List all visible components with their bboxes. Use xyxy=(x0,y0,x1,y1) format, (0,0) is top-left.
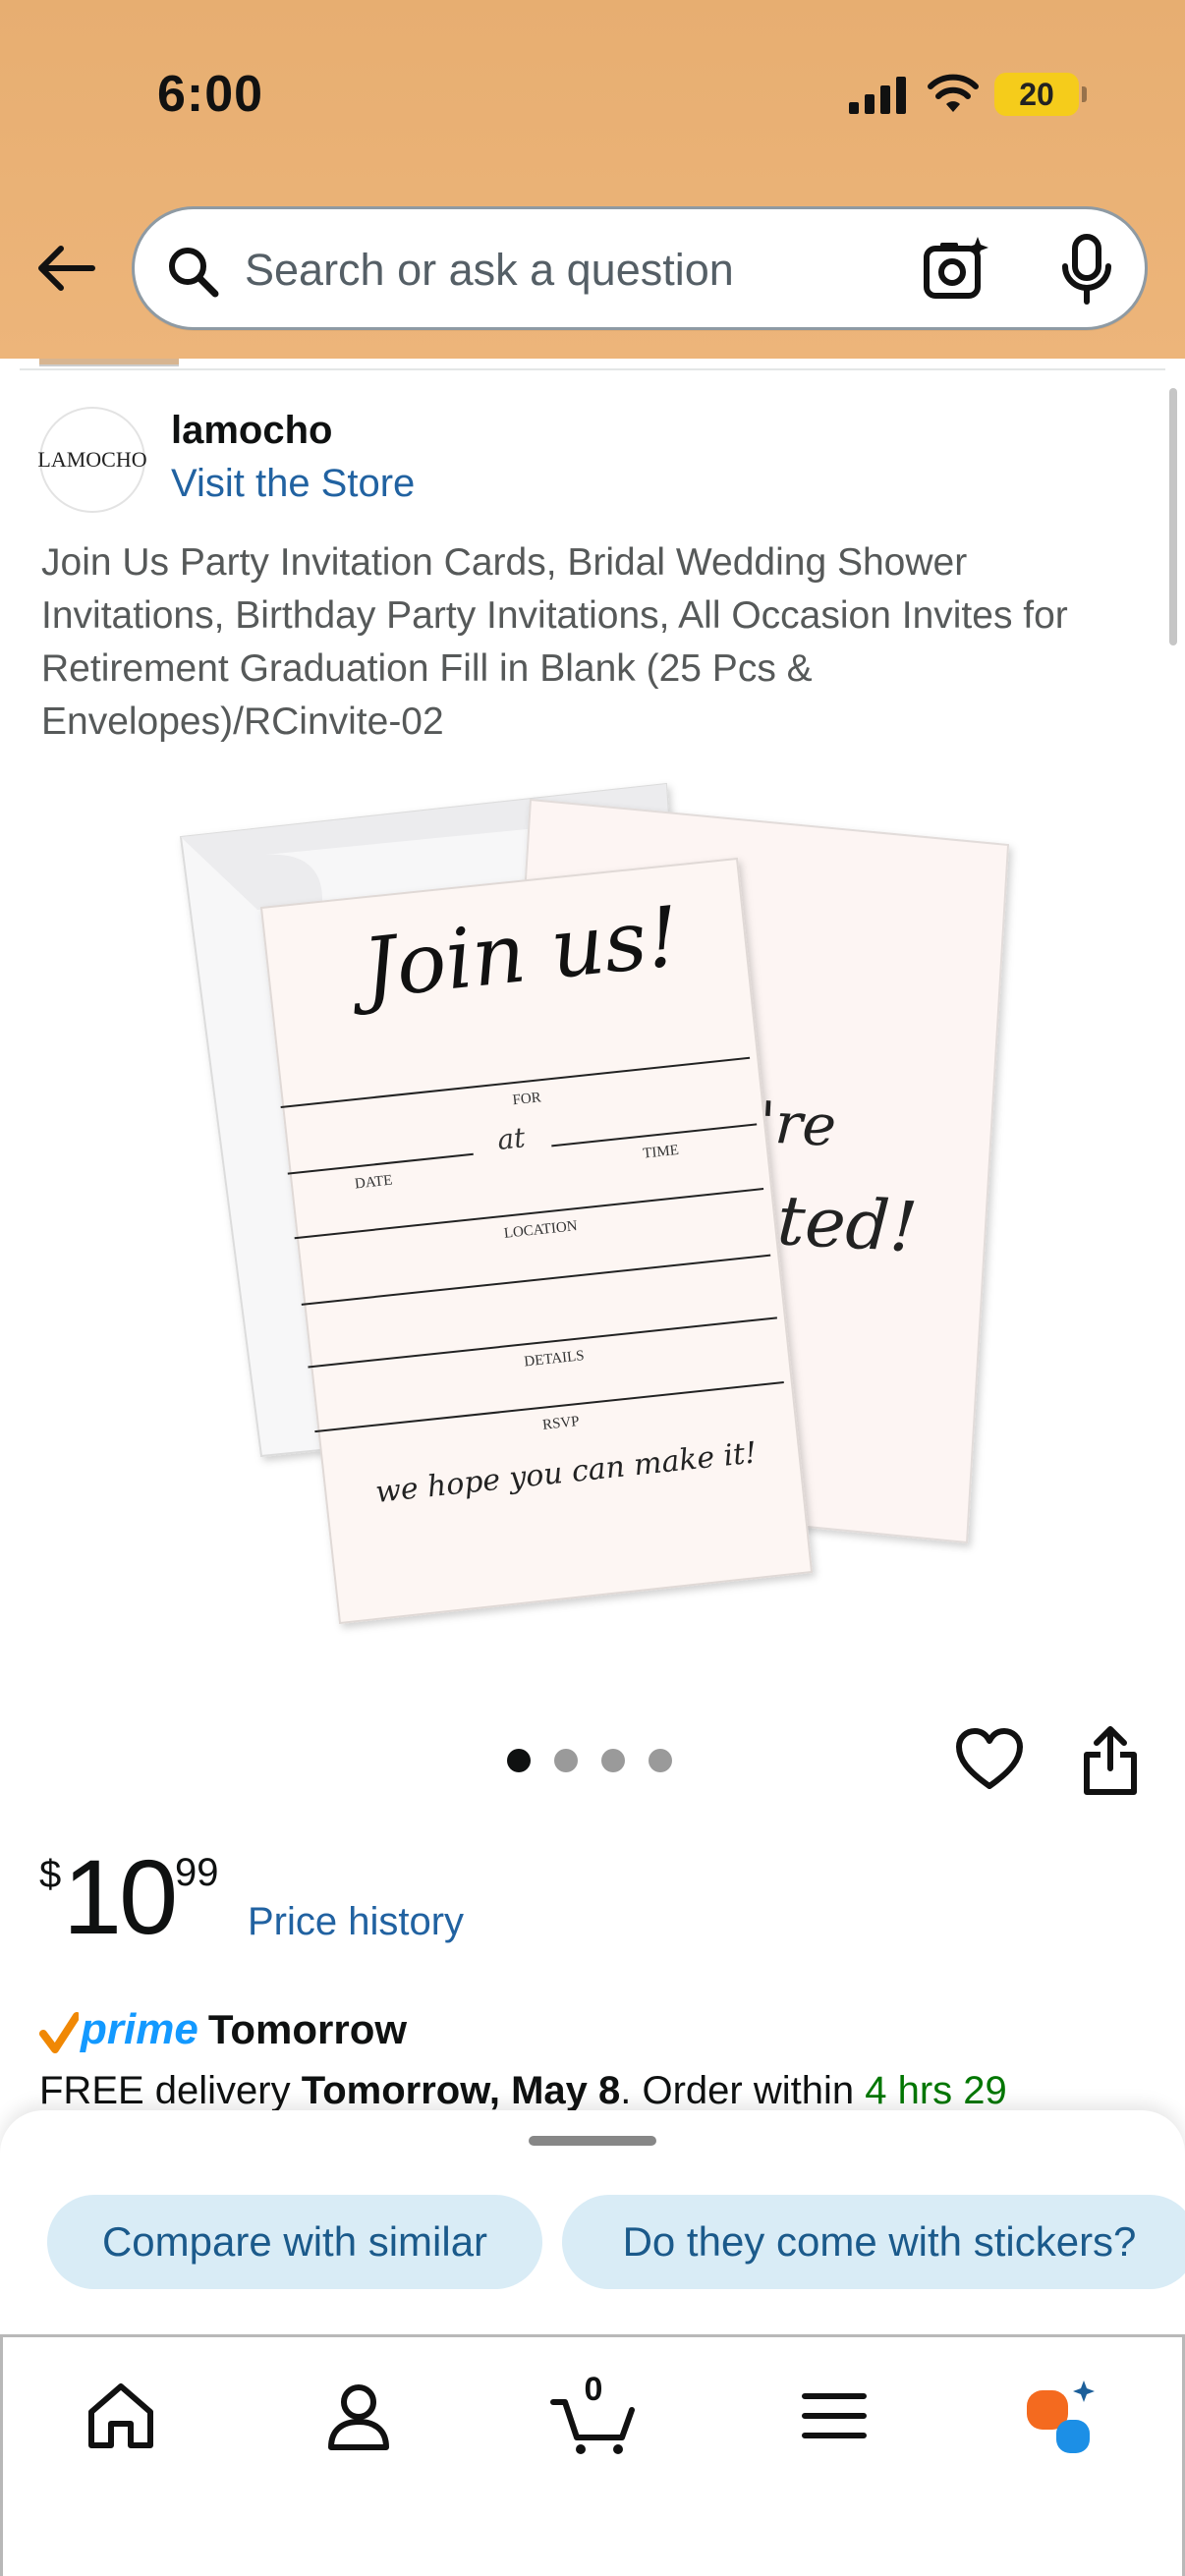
cart-button[interactable]: 0 xyxy=(549,2371,638,2455)
prime-check-icon xyxy=(39,2012,79,2053)
thumbnail-edge xyxy=(39,359,179,366)
search-bar[interactable]: Search or ask a question xyxy=(132,206,1148,330)
app-header: 6:00 20 Search or ask a question xyxy=(0,0,1185,359)
menu-icon[interactable] xyxy=(795,2377,874,2455)
status-time: 6:00 xyxy=(157,66,264,123)
delivery-message: FREE delivery Tomorrow, May 8. Order wit… xyxy=(39,2069,1007,2110)
back-card-text-1: 're xyxy=(758,1089,837,1159)
store-logo-text: LAMOCHO xyxy=(37,447,147,472)
battery-level: 20 xyxy=(1019,77,1054,112)
store-name: lamocho xyxy=(171,409,333,452)
search-icon xyxy=(169,248,219,298)
camera-search-icon[interactable] xyxy=(921,235,989,304)
suggestion-chip-stickers[interactable]: Do they come with stickers? xyxy=(562,2195,1185,2289)
sheet-drag-handle[interactable] xyxy=(529,2136,656,2146)
share-icon[interactable] xyxy=(1081,1725,1140,1796)
image-pagination xyxy=(507,1749,672,1772)
battery-icon: 20 xyxy=(994,73,1087,116)
delivery-prefix: FREE delivery xyxy=(39,2069,291,2110)
cellular-signal-icon xyxy=(849,77,906,114)
product-title: Join Us Party Invitation Cards, Bridal W… xyxy=(41,541,1068,743)
product-image[interactable]: 're ted! Join us! FOR at DATE TIME LOCAT… xyxy=(147,756,1032,1641)
visit-store-link[interactable]: Visit the Store xyxy=(171,462,415,506)
prime-speed: Tomorrow xyxy=(207,2006,408,2052)
suggestion-chip-compare[interactable]: Compare with similar xyxy=(47,2195,542,2289)
cart-count: 0 xyxy=(584,2371,603,2408)
delivery-date: Tomorrow, May 8 xyxy=(301,2069,621,2110)
page-dot-active[interactable] xyxy=(507,1749,531,1772)
rufus-suggestion-sheet: Compare with similar Do they come with s… xyxy=(0,2110,1185,2336)
divider xyxy=(20,368,1165,370)
page-dot[interactable] xyxy=(649,1749,672,1772)
scrollbar[interactable] xyxy=(1169,388,1177,645)
back-card-text-2: ted! xyxy=(775,1180,920,1267)
account-icon[interactable] xyxy=(319,2377,398,2455)
prime-delivery-badge: prime Tomorrow xyxy=(39,2000,407,2059)
image-strip-edge xyxy=(0,359,1185,370)
microphone-icon[interactable] xyxy=(1052,233,1121,306)
bottom-tab-bar: 0 xyxy=(0,2334,1185,2576)
arrow-left-icon xyxy=(38,246,95,291)
order-within: . Order within xyxy=(620,2069,855,2110)
card-field-for: FOR xyxy=(512,1090,542,1108)
back-button[interactable] xyxy=(31,234,100,303)
card-field-at: at xyxy=(496,1121,528,1156)
prime-label: prime xyxy=(81,2005,198,2053)
wifi-icon xyxy=(928,74,979,112)
home-icon[interactable] xyxy=(82,2377,160,2455)
price-fraction: 99 xyxy=(175,1851,219,1894)
price-currency: $ xyxy=(39,1853,62,1896)
rufus-assistant-icon[interactable] xyxy=(1023,2377,1101,2455)
store-logo[interactable]: LAMOCHO xyxy=(37,407,147,513)
page-dot[interactable] xyxy=(554,1749,578,1772)
delivery-countdown: 4 hrs 29 xyxy=(865,2069,1007,2110)
heart-icon[interactable] xyxy=(955,1727,1024,1792)
price-history-link[interactable]: Price history xyxy=(248,1900,464,1944)
page-dot[interactable] xyxy=(601,1749,625,1772)
search-input[interactable]: Search or ask a question xyxy=(245,245,734,296)
price-whole: 10 xyxy=(63,1837,178,1956)
